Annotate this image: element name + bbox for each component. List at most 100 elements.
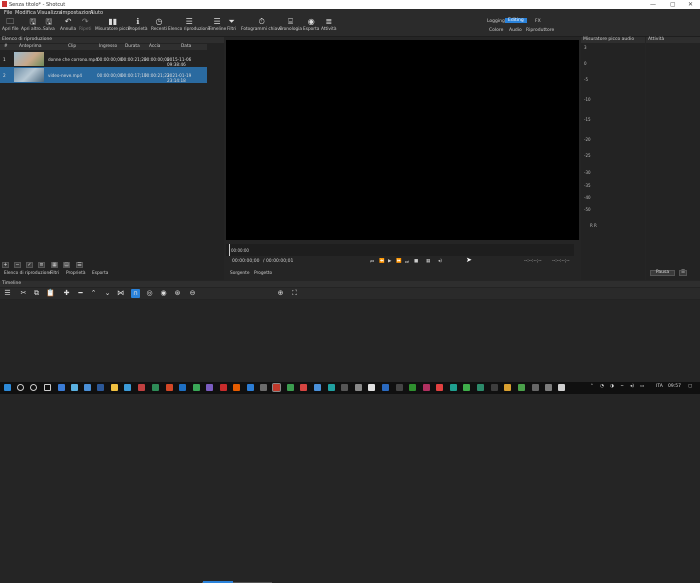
app-icon[interactable] <box>396 384 403 391</box>
tab-filters[interactable]: Filtri <box>50 271 59 276</box>
language-indicator[interactable]: ITA <box>656 384 663 389</box>
zoom-out-icon[interactable]: ⊖ <box>188 289 197 298</box>
app-icon[interactable] <box>409 384 416 391</box>
menu-icon[interactable]: ☰ <box>3 289 12 298</box>
details-view-button[interactable]: ≡ <box>38 262 45 268</box>
tiles-view-button[interactable]: ▦ <box>51 262 58 268</box>
app-icon[interactable] <box>138 384 145 391</box>
remove-button[interactable]: − <box>14 262 21 268</box>
app-icon[interactable] <box>450 384 457 391</box>
icons-view-button[interactable]: ▤ <box>63 262 70 268</box>
app-icon[interactable] <box>300 384 307 391</box>
ripple-all-icon[interactable]: ⊛ <box>173 289 182 298</box>
skip-previous-icon[interactable]: ⏮ <box>370 259 374 265</box>
app-icon[interactable] <box>355 384 362 391</box>
app-icon[interactable] <box>247 384 254 391</box>
zoom-in-icon[interactable]: ⊕ <box>276 289 285 298</box>
app-icon[interactable] <box>436 384 443 391</box>
scrub-drag-icon[interactable]: ◎ <box>145 289 154 298</box>
skip-next-icon[interactable]: ⏭ <box>405 259 409 265</box>
cut-icon[interactable]: ✂ <box>19 289 28 298</box>
activity-menu-button[interactable]: ☰ <box>679 270 687 276</box>
app-icon[interactable] <box>233 384 240 391</box>
lift-icon[interactable]: ⌃ <box>89 289 98 298</box>
undo-button[interactable]: ↶ Annulla <box>60 17 76 32</box>
col-clip[interactable]: Clip <box>68 44 76 49</box>
layout-logging[interactable]: Logging <box>487 19 505 24</box>
app-icon[interactable] <box>58 384 65 391</box>
properties-button[interactable]: ℹ Proprietà <box>128 17 147 32</box>
app-icon[interactable] <box>84 384 91 391</box>
col-start[interactable]: Accia <box>149 44 160 49</box>
pause-button[interactable]: Pausa <box>650 270 675 276</box>
keyframes-button[interactable]: ⏱ Fotogrammi chiave <box>241 17 282 32</box>
app-icon[interactable] <box>463 384 470 391</box>
paste-icon[interactable]: 📋 <box>46 289 55 298</box>
app-icon[interactable] <box>532 384 539 391</box>
stop-icon[interactable]: ■ <box>414 259 418 264</box>
app-icon[interactable] <box>97 384 104 391</box>
notifications-icon[interactable]: ▢ <box>688 384 692 389</box>
col-in[interactable]: Ingresso <box>99 44 117 49</box>
playlist-menu-button[interactable]: ☰ <box>76 262 83 268</box>
app-icon[interactable] <box>368 384 375 391</box>
col-number[interactable]: # <box>4 44 8 49</box>
col-thumbnail[interactable]: Anteprima <box>19 44 42 49</box>
tab-properties[interactable]: Proprietà <box>66 271 85 276</box>
layout-fx[interactable]: FX <box>535 19 541 24</box>
app-icon[interactable] <box>477 384 484 391</box>
layout-editing[interactable]: Editing <box>505 18 527 23</box>
app-icon[interactable] <box>152 384 159 391</box>
video-viewer[interactable] <box>226 40 579 240</box>
maximize-button[interactable]: ▢ <box>670 1 676 8</box>
copy-icon[interactable]: ⧉ <box>32 289 41 298</box>
grid-icon[interactable]: ▦ <box>426 259 430 264</box>
open-other-button[interactable]: 🖫 Apri altro... <box>21 17 45 32</box>
app-icon[interactable] <box>423 384 430 391</box>
battery-icon[interactable]: ▭ <box>640 384 644 389</box>
app-icon[interactable] <box>124 384 131 391</box>
app-icon[interactable] <box>193 384 200 391</box>
col-duration[interactable]: Durata <box>125 44 140 49</box>
app-icon[interactable] <box>71 384 78 391</box>
tab-project[interactable]: Progetto <box>254 271 272 276</box>
timeline-tracks-area[interactable] <box>0 300 700 382</box>
scrubber-bar[interactable]: 00:00:00 <box>226 244 574 256</box>
update-button[interactable]: ✓ <box>26 262 33 268</box>
shotcut-taskbar-icon[interactable] <box>272 383 281 392</box>
app-icon[interactable] <box>382 384 389 391</box>
playlist-button[interactable]: ☰ Elenco riproduzione <box>168 17 211 32</box>
clock-text[interactable]: 09:57 <box>668 384 681 389</box>
app-icon[interactable] <box>518 384 525 391</box>
timeline-button[interactable]: ☰ Timeline <box>208 17 226 32</box>
open-file-button[interactable]: 🗀 Apri file <box>2 17 19 32</box>
tray-icon[interactable]: ◑ <box>610 384 614 389</box>
col-date[interactable]: Data <box>181 44 191 49</box>
task-view-icon[interactable] <box>44 384 51 391</box>
volume-tray-icon[interactable]: ◂) <box>630 384 634 389</box>
file-explorer-icon[interactable] <box>111 384 118 391</box>
layout-color[interactable]: Colore <box>489 28 503 33</box>
app-icon[interactable] <box>314 384 321 391</box>
volume-icon[interactable]: ◂) <box>438 259 442 264</box>
play-icon[interactable]: ▶ <box>388 259 391 264</box>
redo-button[interactable]: ↷ Ripeti <box>79 17 91 32</box>
rewind-icon[interactable]: ⏪ <box>379 259 385 264</box>
app-icon[interactable] <box>341 384 348 391</box>
start-icon[interactable] <box>4 384 11 391</box>
peak-meter-button[interactable]: ▮▮ Misuratore picco <box>95 17 131 32</box>
search-icon[interactable] <box>17 384 24 391</box>
zoom-fit-icon[interactable]: ⛶ <box>290 289 299 298</box>
app-icon[interactable] <box>545 384 552 391</box>
close-button[interactable]: ✕ <box>688 1 693 8</box>
tab-playlist[interactable]: Elenco di riproduzione <box>4 271 52 276</box>
table-row-selected[interactable]: 2 video-neve.mp4 00:00:00;00 00:00:17;17… <box>0 67 207 83</box>
app-icon[interactable] <box>206 384 213 391</box>
minimize-button[interactable]: — <box>650 1 656 8</box>
jobs-button[interactable]: ≣ Attività <box>321 17 336 32</box>
snap-icon[interactable]: ∩ <box>131 289 140 298</box>
ripple-icon[interactable]: ◉ <box>159 289 168 298</box>
app-icon[interactable] <box>491 384 498 391</box>
remove-icon[interactable]: ━ <box>76 289 85 298</box>
history-button[interactable]: ⌸ Cronologia <box>279 17 302 32</box>
